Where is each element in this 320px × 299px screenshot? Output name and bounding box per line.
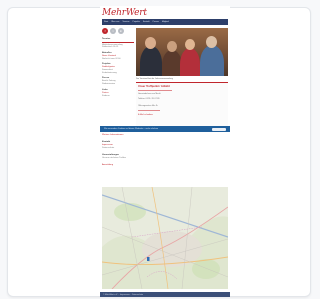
info-panel: Unser Treffpunkt / Anfahrt Gemeindehaus … xyxy=(136,82,228,126)
sidebar-block-aktuelles: Aktuelles Neuer Vorstand Nachricht vom 0… xyxy=(102,52,134,61)
nav-item[interactable]: Termine xyxy=(122,21,129,23)
sidebar-link[interactable]: Nachricht vom 02.04. xyxy=(102,58,134,61)
sidebar-block-projekte: Projekte Stadtteilgarten Sommerfest Kind… xyxy=(102,63,134,74)
nav-item[interactable]: Presse xyxy=(153,21,159,23)
top-navigation: Start Über uns Termine Projekte Kontakt … xyxy=(102,19,228,25)
map-marker-icon xyxy=(147,257,150,261)
divider xyxy=(138,110,160,111)
person-figure xyxy=(162,50,182,76)
sidebar-link[interactable]: Stammtisch 14.05. xyxy=(102,46,134,49)
sidebar-link[interactable]: Förderer xyxy=(102,95,134,98)
section-link[interactable]: Anmeldung xyxy=(102,164,228,167)
nav-item[interactable]: Mitglied xyxy=(162,21,169,23)
footer-text[interactable]: © MehrWert e.V. – Impressum – Datenschut… xyxy=(103,294,143,296)
sidebar-block-links: Links Partner Förderer xyxy=(102,89,134,98)
page-footer: © MehrWert e.V. – Impressum – Datenschut… xyxy=(100,292,230,297)
divider xyxy=(138,90,172,91)
lower-content: Weitere Informationen Kontakt Impressum … xyxy=(102,134,228,167)
nav-item[interactable]: Kontakt xyxy=(143,21,150,23)
sidebar: f t in Termine Mitgliederversammlung Sta… xyxy=(102,28,134,100)
sidebar-link[interactable]: Kinderbetreuung xyxy=(102,72,134,75)
nav-item[interactable]: Projekte xyxy=(132,21,139,23)
divider xyxy=(102,42,134,43)
photo-caption: Der Vorstand bei der Jahresversammlung xyxy=(136,78,173,80)
cookie-banner: Wir verwenden Cookies auf dieser Webseit… xyxy=(100,126,230,132)
social-icons: f t in xyxy=(102,28,134,34)
sidebar-link[interactable]: Radiointerview xyxy=(102,83,134,86)
sidebar-block-presse: Presse Bericht Zeitung Radiointerview xyxy=(102,77,134,85)
person-figure xyxy=(180,48,200,76)
panel-title: Unser Treffpunkt / Anfahrt xyxy=(138,85,171,88)
nav-item[interactable]: Start xyxy=(104,21,108,23)
panel-text: Gemeindehaus am Markt xyxy=(138,93,161,95)
person-figure xyxy=(200,45,224,76)
cookie-accept-button[interactable] xyxy=(212,127,226,131)
cookie-text: Wir verwenden Cookies auf dieser Webseit… xyxy=(104,128,159,130)
person-head xyxy=(206,36,217,48)
person-head xyxy=(185,39,195,50)
panel-text: Öffnungszeiten Mo–Fr xyxy=(138,105,158,107)
twitter-icon[interactable]: t xyxy=(110,28,116,34)
site-logo[interactable]: MehrWert xyxy=(102,8,147,18)
facebook-icon[interactable]: f xyxy=(102,28,108,34)
group-photo xyxy=(136,28,228,76)
linkedin-icon[interactable]: in xyxy=(118,28,124,34)
person-head xyxy=(167,41,177,52)
webpage-thumbnail[interactable]: MehrWert Start Über uns Termine Projekte… xyxy=(100,6,230,297)
map-graphic xyxy=(102,187,228,289)
panel-link[interactable]: E-Mail schreiben xyxy=(138,114,153,116)
location-map[interactable] xyxy=(102,187,228,289)
person-head xyxy=(145,37,156,49)
nav-item[interactable]: Über uns xyxy=(111,21,119,23)
sidebar-heading: Termine xyxy=(102,38,111,40)
person-figure xyxy=(140,46,162,76)
panel-text: Telefon: 0123 / 45 67 89 xyxy=(138,98,160,100)
sidebar-block-termine: Termine Mitgliederversammlung Stammtisch… xyxy=(102,38,134,49)
